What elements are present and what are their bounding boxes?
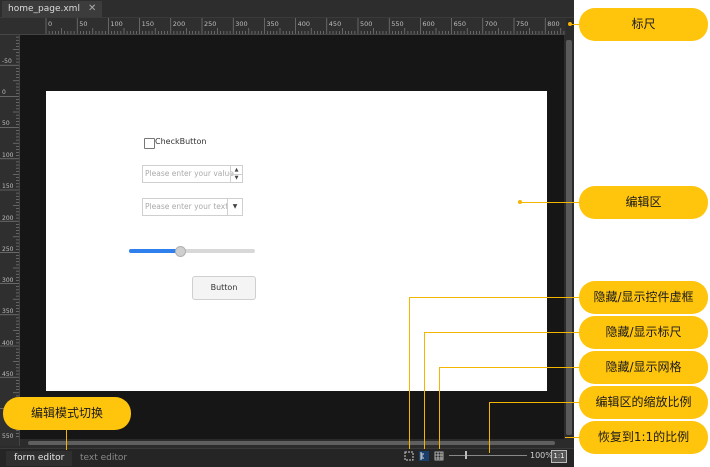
- status-bar: form editor text editor: [0, 448, 574, 467]
- ruler-label: 800: [547, 20, 559, 28]
- ruler-label: 200: [173, 20, 185, 28]
- form-page[interactable]: CheckButton Please enter your value ▲ ▼ …: [46, 91, 547, 391]
- ruler-label: -50: [2, 58, 12, 65]
- ruler-label: 450: [329, 20, 341, 28]
- ruler-label: 250: [204, 20, 216, 28]
- callout-zoom-ratio: 编辑区的缩放比例: [579, 386, 708, 419]
- checkbox-label: CheckButton: [155, 137, 207, 146]
- horizontal-scroll-thumb[interactable]: [28, 441, 555, 445]
- slider-fill: [129, 249, 179, 253]
- callout-ruler: 标尺: [579, 8, 708, 41]
- callout-edit-area: 编辑区: [579, 186, 708, 219]
- leader-toggle-ruler-v: [424, 332, 425, 449]
- ruler-label: 300: [235, 20, 247, 28]
- callout-toggle-dashed: 隐藏/显示控件虚框: [579, 281, 708, 314]
- tab-title: home_page.xml: [8, 4, 80, 14]
- ruler-label: 250: [2, 246, 14, 253]
- ruler-label: 300: [2, 277, 14, 284]
- slider-thumb[interactable]: [175, 246, 186, 257]
- combo-placeholder: Please enter your text: [145, 202, 229, 211]
- leader-dot: [518, 200, 522, 204]
- ruler-label: 150: [142, 20, 154, 28]
- dashed-frame-icon[interactable]: [404, 451, 414, 461]
- ruler-label: 0: [48, 20, 52, 28]
- ruler-label: 500: [360, 20, 372, 28]
- leader-toggle-ruler: [424, 332, 579, 333]
- ruler-label: 550: [2, 433, 14, 440]
- leader-zoom-ratio: [489, 402, 579, 403]
- ruler-top: 0 50 100 150 200 250 300 350 400 450 500 550 600 650 7…: [19, 18, 566, 35]
- leader-reset-ratio: [565, 437, 579, 438]
- vertical-scroll-thumb[interactable]: [566, 40, 572, 435]
- ruler-label: 100: [2, 152, 14, 159]
- ruler-label: 350: [266, 20, 278, 28]
- zoom-slider[interactable]: [449, 455, 527, 456]
- leader-edit-area: [521, 202, 579, 203]
- tab-bar: home_page.xml ✕: [0, 0, 574, 18]
- ruler-corner: [0, 18, 20, 35]
- ruler-label: 700: [485, 20, 497, 28]
- leader-toggle-grid-v: [439, 367, 440, 449]
- ruler-label: 650: [454, 20, 466, 28]
- ruler-label: 100: [110, 20, 122, 28]
- callout-toggle-ruler: 隐藏/显示标尺: [579, 316, 708, 349]
- leader-zoom-ratio-v: [489, 402, 490, 453]
- tab-form-editor[interactable]: form editor: [6, 451, 73, 466]
- ruler-label: 550: [391, 20, 403, 28]
- tab-text-editor[interactable]: text editor: [72, 451, 135, 466]
- edit-canvas[interactable]: CheckButton Please enter your value ▲ ▼ …: [20, 35, 564, 439]
- chevron-down-icon[interactable]: ▼: [227, 199, 242, 215]
- ruler-label: 450: [2, 371, 14, 378]
- zoom-percent: 100%: [530, 451, 553, 460]
- reset-zoom-button[interactable]: 1:1: [551, 450, 567, 463]
- callout-mode-switch: 编辑模式切换: [3, 397, 131, 430]
- ruler-label: 350: [2, 308, 14, 315]
- callout-toggle-grid: 隐藏/显示网格: [579, 351, 708, 384]
- form-button[interactable]: Button: [192, 276, 256, 300]
- ruler-left: -50 0 50 100 150 200 250 300 350 400 450 550: [0, 33, 20, 446]
- leader-mode-switch: [66, 430, 67, 450]
- leader-toggle-dashed-v: [409, 297, 410, 449]
- checkbox[interactable]: [144, 138, 155, 149]
- ruler-label: 0: [2, 89, 6, 96]
- ruler-label: 400: [298, 20, 310, 28]
- ruler-label: 50: [2, 120, 10, 127]
- spin-buttons: ▲ ▼: [230, 166, 242, 182]
- close-icon[interactable]: ✕: [88, 1, 96, 17]
- grid-icon[interactable]: [434, 451, 444, 461]
- spin-input[interactable]: Please enter your value ▲ ▼: [142, 165, 243, 183]
- ruler-label: 50: [79, 20, 87, 28]
- ruler-label: 750: [516, 20, 528, 28]
- spin-placeholder: Please enter your value: [145, 169, 234, 178]
- tab-home-page[interactable]: home_page.xml ✕: [2, 1, 103, 17]
- spin-down-icon[interactable]: ▼: [231, 174, 242, 182]
- leader-toggle-grid: [439, 367, 579, 368]
- ruler-toggle-icon[interactable]: [419, 451, 429, 461]
- ruler-label: 400: [2, 340, 14, 347]
- leader-dot: [568, 22, 572, 26]
- ruler-label: 200: [2, 215, 14, 222]
- zoom-slider-knob[interactable]: [465, 451, 467, 459]
- leader-toggle-dashed: [409, 297, 579, 298]
- ruler-label: 150: [2, 183, 14, 190]
- callout-reset-ratio: 恢复到1:1的比例: [579, 421, 708, 454]
- ruler-label: 600: [422, 20, 434, 28]
- combo-box[interactable]: Please enter your text ▼: [142, 198, 243, 216]
